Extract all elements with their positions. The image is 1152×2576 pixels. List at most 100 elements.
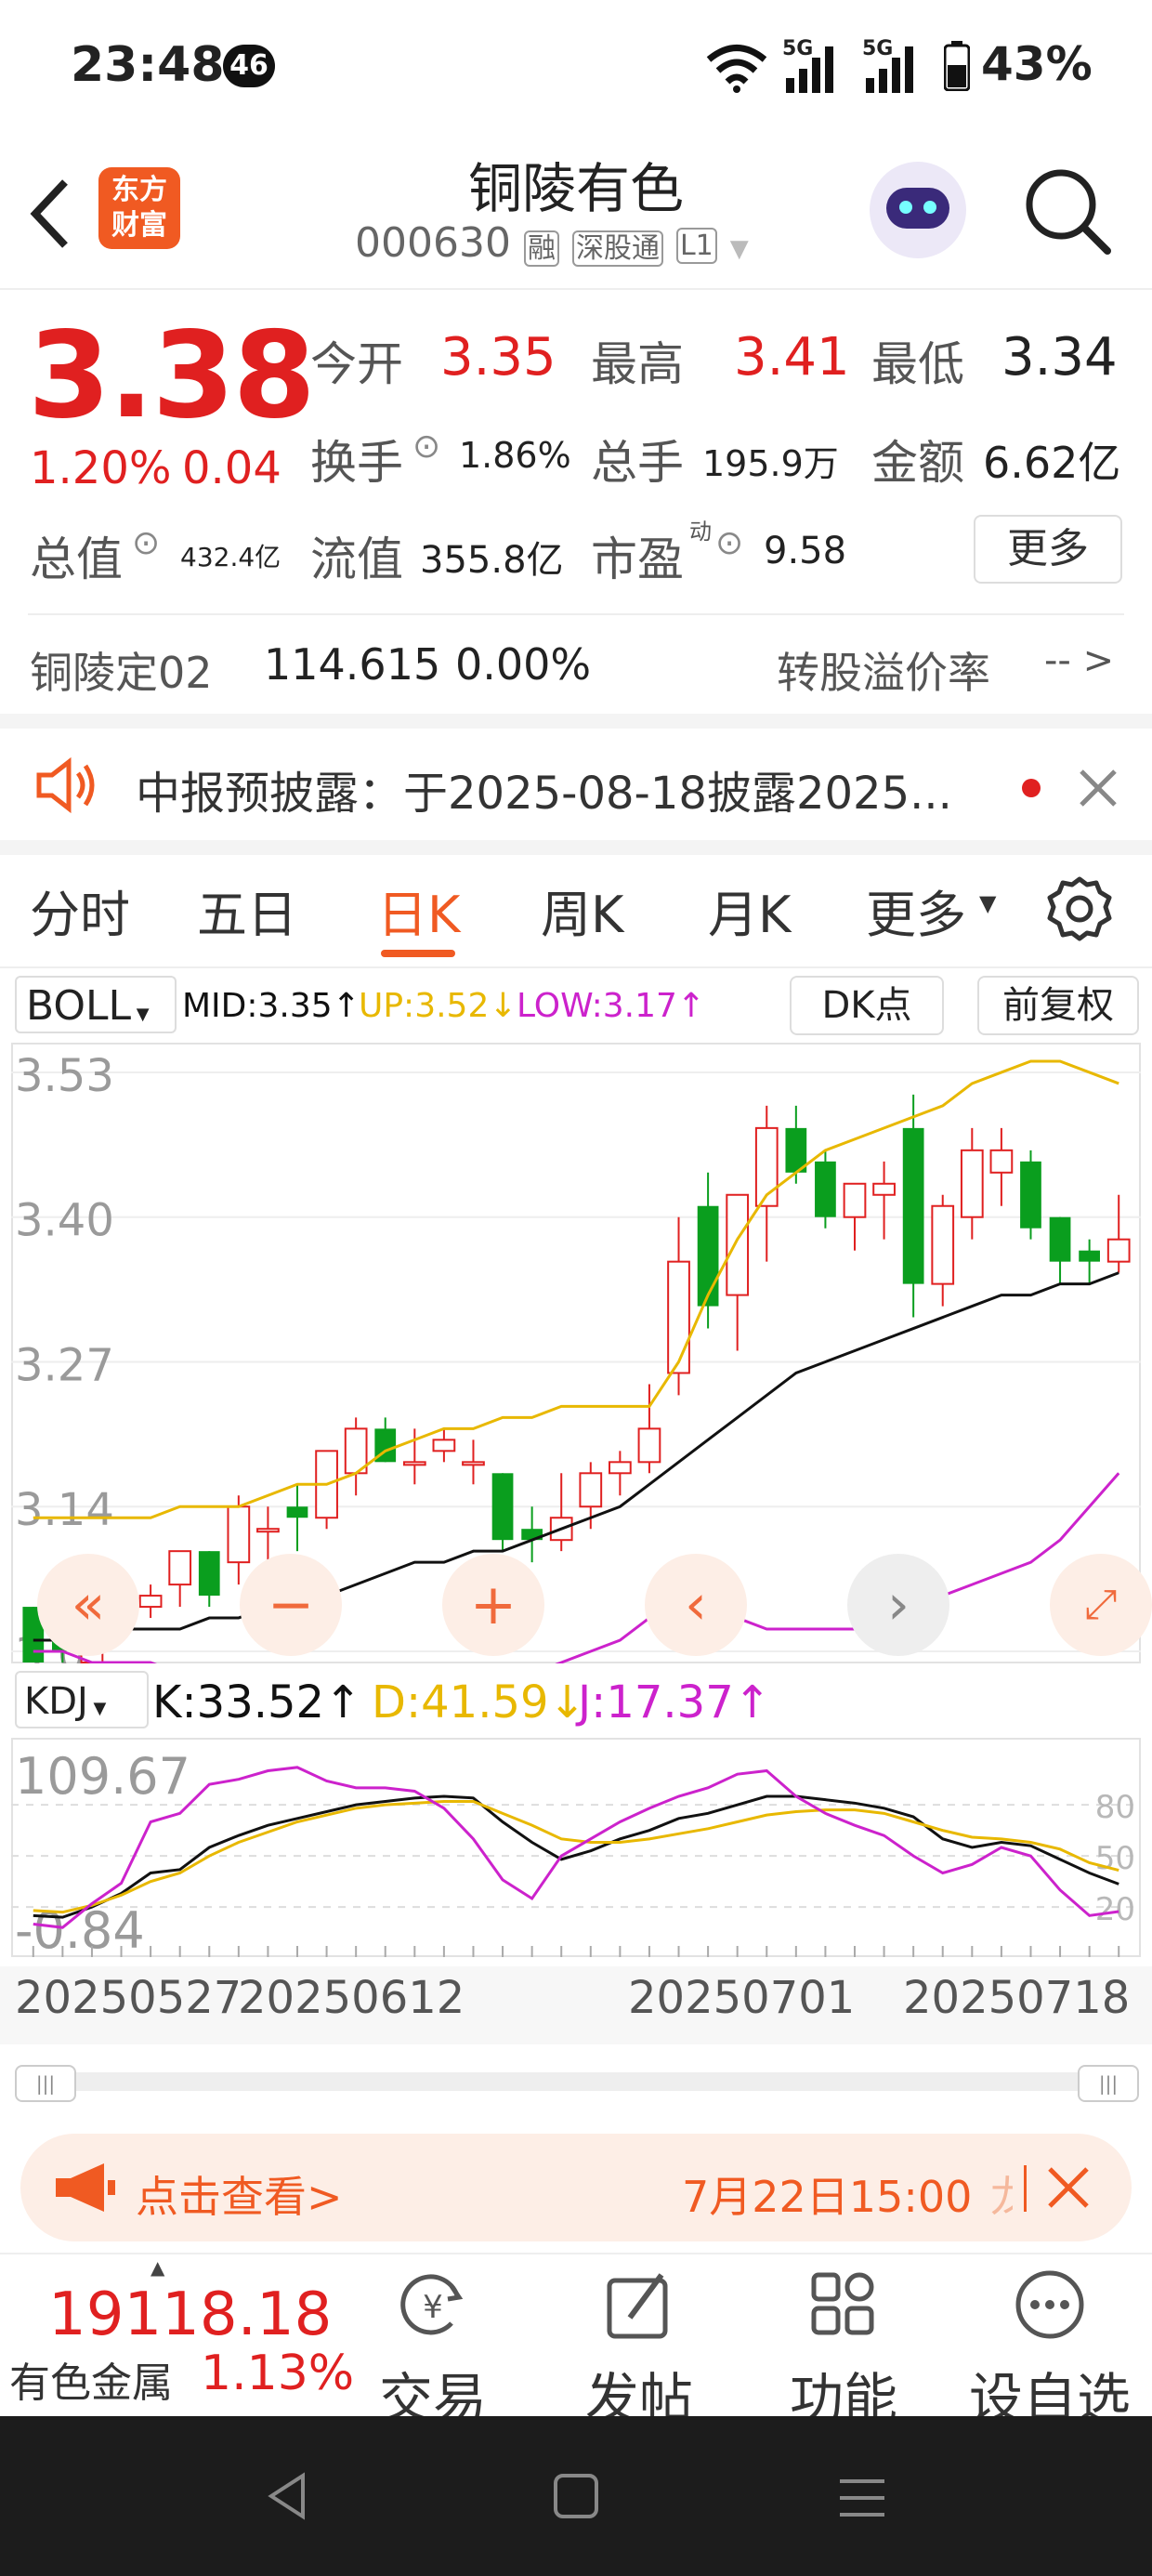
nav-functions[interactable]: 功能 (779, 2267, 909, 2433)
battery-percent: 43% (981, 37, 1093, 91)
dk-point-button[interactable]: DK点 (790, 976, 944, 1035)
boll-up-value: UP:3.52↓ (359, 987, 517, 1025)
promo-separator (1024, 2165, 1027, 2212)
range-handle-left[interactable]: ||| (15, 2065, 76, 2102)
scroll-right-button[interactable]: › (847, 1554, 949, 1656)
grid-apps-icon (811, 2272, 874, 2335)
tab-daily-k[interactable]: 日K (377, 874, 460, 947)
candle-body (815, 1161, 836, 1217)
kdj-j-value: J:17.37↑ (578, 1676, 771, 1728)
boll-low-line (33, 1472, 1120, 1663)
candle-body (1020, 1161, 1041, 1229)
kdj-chart[interactable]: 805020109.67-0.84 (11, 1738, 1141, 1957)
system-back-icon[interactable] (262, 2470, 314, 2522)
caret-up-icon: ▲ (151, 2256, 165, 2279)
signal-icon (786, 46, 833, 93)
range-slider-track[interactable] (19, 2072, 1133, 2091)
settings-gear-icon[interactable] (1044, 874, 1115, 944)
amount-value: 6.62亿 (983, 438, 1121, 488)
date-label: 20250718 (903, 1972, 1131, 2024)
close-icon[interactable] (1078, 768, 1119, 808)
notification-badge: 46 (223, 45, 275, 87)
dropdown-caret-icon: ▼ (729, 235, 749, 263)
y-tick-label: 3.40 (15, 1195, 114, 1247)
system-menu-icon[interactable] (836, 2476, 888, 2520)
indicator-select[interactable]: BOLL ▼ (15, 976, 177, 1033)
boll-up-line (33, 1059, 1119, 1519)
edit-pencil-icon (607, 2273, 668, 2339)
promo-banner[interactable]: 点击查看> 7月22日15:00 龙 (20, 2134, 1132, 2241)
range-handle-right[interactable]: ||| (1078, 2065, 1139, 2102)
kdj-right-tick: 50 (1095, 1840, 1135, 1877)
signal-icon-2 (866, 46, 913, 93)
boll-mid-line (33, 1271, 1119, 1642)
more-button[interactable]: 更多 (974, 515, 1122, 584)
candle-body (168, 1550, 192, 1586)
promo-link: 点击查看> (136, 2172, 343, 2222)
info-icon-3[interactable]: ⊙ (715, 524, 743, 562)
battery-icon (944, 41, 970, 91)
candle-body (402, 1461, 426, 1466)
candle-body (931, 1204, 955, 1285)
wifi-icon (706, 45, 767, 93)
nav-post[interactable]: 发帖 (574, 2267, 704, 2433)
candle-body (198, 1551, 220, 1597)
tab-monthly-k[interactable]: 月K (708, 874, 791, 947)
dropdown-caret-icon: ▼ (87, 1699, 107, 1718)
robot-avatar-icon[interactable] (870, 162, 966, 258)
promo-close-icon[interactable] (1046, 2165, 1091, 2210)
mktcap-value: 432.4亿 (180, 542, 281, 572)
volume-value: 195.9万 (702, 443, 839, 484)
system-nav-bar (0, 2416, 1152, 2576)
high-label: 最高 (591, 337, 684, 391)
stock-header: 东方 财富 铜陵有色 000630 融 深股通 L1 ▼ (0, 130, 1152, 288)
badge-sz-connect: 深股通 (571, 230, 663, 267)
candle-body (843, 1182, 867, 1218)
zoom-in-button[interactable]: + (442, 1554, 544, 1656)
zoom-out-button[interactable]: − (240, 1554, 342, 1656)
search-icon[interactable] (1022, 165, 1115, 258)
tab-weekly-k[interactable]: 周K (541, 874, 623, 947)
nav-trade[interactable]: ¥ 交易 (368, 2267, 498, 2433)
kdj-label: KDJ (24, 1680, 88, 1723)
kdj-indicator-select[interactable]: KDJ ▼ (15, 1671, 149, 1728)
speaker-icon (36, 756, 95, 814)
tab-intraday[interactable]: 分时 (30, 874, 130, 947)
period-tabs: 分时 五日 日K 周K 月K 更多 ▼ (0, 855, 1152, 966)
bottom-nav: ▲ 19118.18 有色金属 1.13% ¥ 交易 发帖 功能 设自选 (0, 2254, 1152, 2430)
scroll-left-button[interactable]: ‹ (645, 1554, 747, 1656)
last-price: 3.38 (28, 307, 316, 445)
premium-label: 转股溢价率 (777, 648, 990, 698)
tab-more[interactable]: 更多 (866, 874, 966, 947)
candle-body (491, 1473, 514, 1541)
notice-bar[interactable]: 中报预披露：于2025-08-18披露2025... (0, 729, 1152, 840)
index-percent: 1.13% (201, 2346, 355, 2401)
promo-time: 7月22日15:00 (682, 2172, 973, 2222)
robot-face (886, 188, 949, 229)
date-label: 20250527 (15, 1972, 242, 2024)
info-icon[interactable]: ⊙ (412, 427, 440, 466)
date-axis: 20250527 20250612 20250701 20250718 (0, 1966, 1152, 2044)
fullscreen-expand-icon[interactable]: ⤢ (1050, 1554, 1152, 1656)
candle-body (286, 1506, 308, 1518)
candle-body (432, 1439, 456, 1452)
index-value: 19118.18 (48, 2280, 333, 2349)
change-percent: 1.20% (30, 442, 172, 494)
index-ticker[interactable]: ▲ 19118.18 有色金属 1.13% (0, 2254, 354, 2416)
divider (0, 966, 1152, 968)
indicator-label: BOLL (26, 982, 132, 1030)
convertible-bond-row[interactable]: 铜陵定02 114.615 0.00% 转股溢价率 -- > (0, 615, 1152, 712)
candle-body (609, 1461, 632, 1475)
change-amount: 0.04 (182, 442, 281, 494)
nav-add-watchlist[interactable]: 设自选 (957, 2267, 1143, 2433)
rewind-button[interactable]: « (37, 1554, 139, 1656)
adjust-button[interactable]: 前复权 (977, 976, 1139, 1035)
float-value: 355.8亿 (420, 539, 564, 582)
candle-body (872, 1182, 896, 1196)
stock-code-row[interactable]: 000630 融 深股通 L1 ▼ (355, 219, 749, 275)
system-home-icon[interactable] (552, 2472, 600, 2520)
kdj-right-tick: 20 (1095, 1891, 1135, 1928)
info-icon-2[interactable]: ⊙ (132, 524, 160, 562)
candlestick-chart[interactable]: 3.533.403.273.143.01 (11, 1043, 1141, 1663)
tab-five-day[interactable]: 五日 (197, 874, 297, 947)
